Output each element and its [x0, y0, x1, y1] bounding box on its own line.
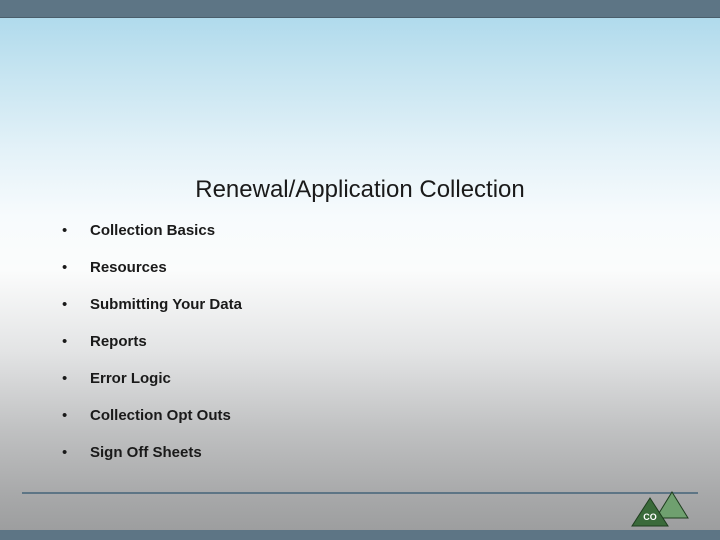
footer-divider: [22, 492, 698, 494]
logo-icon: CO: [630, 490, 690, 530]
slide: Renewal/Application Collection Collectio…: [0, 0, 720, 540]
list-item: Reports: [62, 333, 242, 350]
list-item: Resources: [62, 259, 242, 276]
list-item: Collection Basics: [62, 222, 242, 239]
logo-text: CO: [643, 512, 657, 522]
cde-co-logo: CO: [630, 490, 690, 530]
list-item: Submitting Your Data: [62, 296, 242, 313]
bullet-list: Collection Basics Resources Submitting Y…: [62, 222, 242, 481]
list-item: Error Logic: [62, 370, 242, 387]
slide-title: Renewal/Application Collection: [0, 176, 720, 204]
list-item: Sign Off Sheets: [62, 444, 242, 461]
list-item: Collection Opt Outs: [62, 407, 242, 424]
top-bar: [0, 0, 720, 18]
bottom-bar: [0, 530, 720, 540]
